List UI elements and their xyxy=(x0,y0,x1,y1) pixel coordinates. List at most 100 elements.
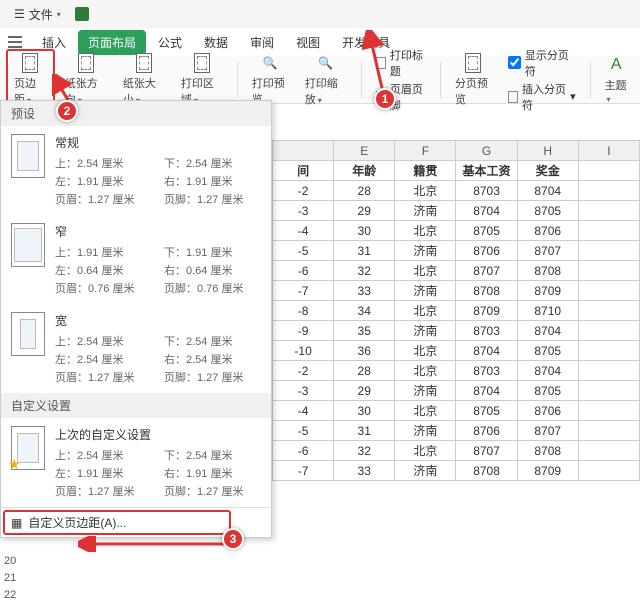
cell[interactable]: 济南 xyxy=(395,241,456,261)
cell[interactable]: 济南 xyxy=(395,321,456,341)
cell[interactable]: -4 xyxy=(273,221,334,241)
cell[interactable]: 8707 xyxy=(517,241,578,261)
cell[interactable]: 31 xyxy=(334,421,395,441)
cell[interactable]: 36 xyxy=(334,341,395,361)
cell[interactable]: 济南 xyxy=(395,281,456,301)
cell[interactable]: 8703 xyxy=(456,321,517,341)
cell[interactable]: 33 xyxy=(334,461,395,481)
table-row[interactable]: -935济南87038704 xyxy=(273,321,640,341)
preset-last-custom[interactable]: ★ 上次的自定义设置 上：2.54 厘米下：2.54 厘米 左：1.91 厘米右… xyxy=(1,418,271,507)
cell[interactable]: 8705 xyxy=(517,341,578,361)
cell[interactable]: 8709 xyxy=(517,461,578,481)
cell[interactable]: 8708 xyxy=(456,281,517,301)
cell[interactable]: 8707 xyxy=(456,441,517,461)
cell[interactable]: 8710 xyxy=(517,301,578,321)
cell[interactable]: 济南 xyxy=(395,461,456,481)
table-row[interactable]: -632北京87078708 xyxy=(273,441,640,461)
table-row[interactable]: -632北京87078708 xyxy=(273,261,640,281)
cell[interactable]: 8707 xyxy=(456,261,517,281)
cell[interactable]: -6 xyxy=(273,441,334,461)
cell[interactable]: -3 xyxy=(273,201,334,221)
ribbon-print-scale[interactable]: 🔍 打印缩放▾ xyxy=(299,51,353,109)
cell[interactable]: 31 xyxy=(334,241,395,261)
quick-access-icon[interactable] xyxy=(8,36,22,48)
cell[interactable]: 8704 xyxy=(456,341,517,361)
cell[interactable]: 34 xyxy=(334,301,395,321)
cell[interactable]: 8703 xyxy=(456,181,517,201)
preset-normal[interactable]: 常规 上：2.54 厘米下：2.54 厘米 左：1.91 厘米右：1.91 厘米… xyxy=(1,126,271,215)
cell[interactable]: 济南 xyxy=(395,201,456,221)
spreadsheet[interactable]: E F G H I 间 年龄 籍贯 基本工资 奖金 -228北京87038704… xyxy=(272,140,640,589)
table-row[interactable]: -531济南87068707 xyxy=(273,241,640,261)
ribbon-show-breaks[interactable]: 显示分页符 xyxy=(508,47,576,79)
cell[interactable]: 济南 xyxy=(395,421,456,441)
cell[interactable]: 北京 xyxy=(395,221,456,241)
cell[interactable]: 8709 xyxy=(517,281,578,301)
cell[interactable]: 8704 xyxy=(517,321,578,341)
preset-wide[interactable]: 宽 上：2.54 厘米下：2.54 厘米 左：2.54 厘米右：2.54 厘米 … xyxy=(1,304,271,393)
cell[interactable]: -4 xyxy=(273,401,334,421)
cell[interactable]: -8 xyxy=(273,301,334,321)
file-menu[interactable]: ☰ 文件 ▾ xyxy=(8,4,67,25)
cell[interactable]: 8706 xyxy=(517,401,578,421)
cell[interactable]: 8708 xyxy=(456,461,517,481)
grid[interactable]: E F G H I 间 年龄 籍贯 基本工资 奖金 -228北京87038704… xyxy=(272,140,640,481)
table-row[interactable]: -733济南87088709 xyxy=(273,461,640,481)
cell[interactable]: 北京 xyxy=(395,261,456,281)
cell[interactable]: -7 xyxy=(273,461,334,481)
cell[interactable]: -5 xyxy=(273,241,334,261)
cell[interactable]: 北京 xyxy=(395,441,456,461)
cell[interactable]: 29 xyxy=(334,381,395,401)
table-row[interactable]: -834北京87098710 xyxy=(273,301,640,321)
cell[interactable]: 8705 xyxy=(517,381,578,401)
cell[interactable]: 8703 xyxy=(456,361,517,381)
cell[interactable]: 8708 xyxy=(517,261,578,281)
table-row[interactable]: -228北京87038704 xyxy=(273,361,640,381)
cell[interactable]: 8709 xyxy=(456,301,517,321)
cell[interactable]: -5 xyxy=(273,421,334,441)
cell[interactable]: 8706 xyxy=(517,221,578,241)
cell[interactable]: 8705 xyxy=(456,221,517,241)
show-breaks-checkbox[interactable] xyxy=(508,56,521,69)
cell[interactable]: 8706 xyxy=(456,421,517,441)
ribbon-page-break-preview[interactable]: 分页预览 xyxy=(449,51,498,109)
ribbon-insert-break[interactable]: 插入分页符▾ xyxy=(508,81,576,113)
table-row[interactable]: -531济南87068707 xyxy=(273,421,640,441)
ribbon-themes[interactable]: A 主题▾ xyxy=(598,53,634,107)
cell[interactable]: 北京 xyxy=(395,341,456,361)
cell[interactable]: 28 xyxy=(334,181,395,201)
cell[interactable]: 北京 xyxy=(395,401,456,421)
cell[interactable]: -6 xyxy=(273,261,334,281)
table-row[interactable]: -329济南87048705 xyxy=(273,381,640,401)
cell[interactable]: 30 xyxy=(334,401,395,421)
cell[interactable]: 济南 xyxy=(395,381,456,401)
cell[interactable]: 8705 xyxy=(517,201,578,221)
cell[interactable]: 33 xyxy=(334,281,395,301)
cell[interactable]: 35 xyxy=(334,321,395,341)
cell[interactable]: 8708 xyxy=(517,441,578,461)
cell[interactable]: 32 xyxy=(334,261,395,281)
cell[interactable]: -9 xyxy=(273,321,334,341)
cell[interactable]: -2 xyxy=(273,361,334,381)
cell[interactable]: 8706 xyxy=(456,241,517,261)
table-row[interactable]: -329济南87048705 xyxy=(273,201,640,221)
preset-narrow[interactable]: 窄 上：1.91 厘米下：1.91 厘米 左：0.64 厘米右：0.64 厘米 … xyxy=(1,215,271,304)
cell[interactable]: 29 xyxy=(334,201,395,221)
cell[interactable]: 北京 xyxy=(395,181,456,201)
table-row[interactable]: -1036北京87048705 xyxy=(273,341,640,361)
cell[interactable]: 8705 xyxy=(456,401,517,421)
table-row[interactable]: -430北京87058706 xyxy=(273,221,640,241)
cell[interactable]: -2 xyxy=(273,181,334,201)
cell[interactable]: 32 xyxy=(334,441,395,461)
cell[interactable]: 8704 xyxy=(517,361,578,381)
cell[interactable]: 8704 xyxy=(456,381,517,401)
header-row[interactable]: 间 年龄 籍贯 基本工资 奖金 xyxy=(273,161,640,181)
cell[interactable]: 8704 xyxy=(517,181,578,201)
cell[interactable]: -3 xyxy=(273,381,334,401)
cell[interactable]: 30 xyxy=(334,221,395,241)
table-row[interactable]: -228北京87038704 xyxy=(273,181,640,201)
cell[interactable]: 28 xyxy=(334,361,395,381)
table-row[interactable]: -733济南87088709 xyxy=(273,281,640,301)
cell[interactable]: -7 xyxy=(273,281,334,301)
cell[interactable]: 8704 xyxy=(456,201,517,221)
